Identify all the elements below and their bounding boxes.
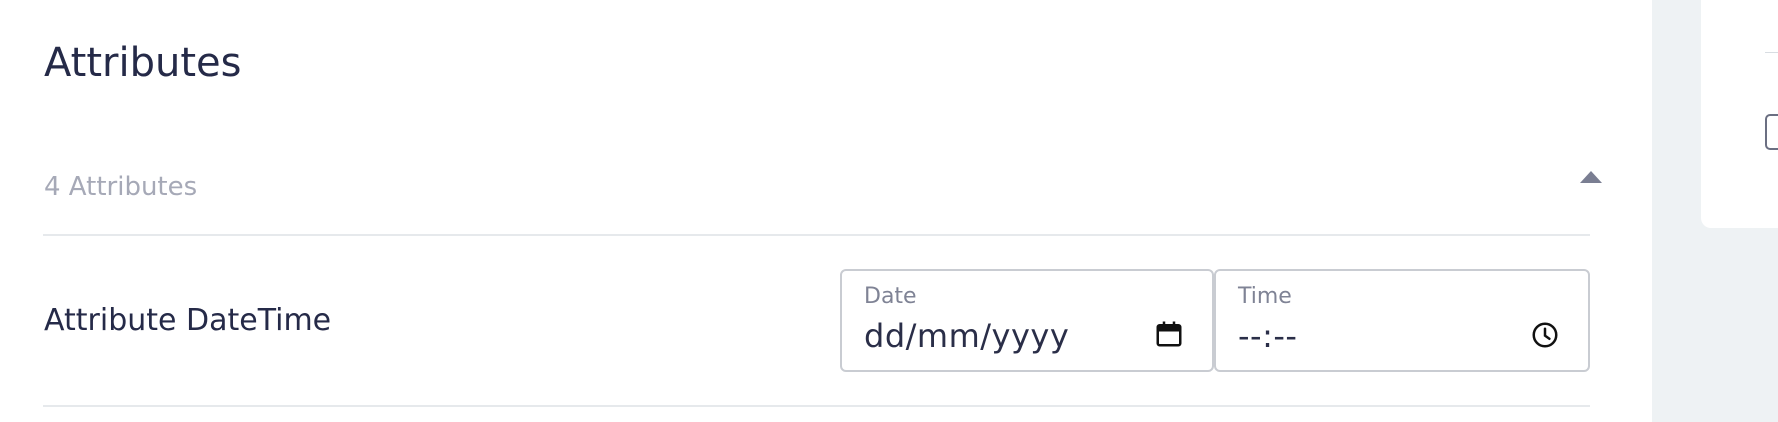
page-title: Attributes bbox=[44, 40, 242, 86]
date-input[interactable]: dd/mm/yyyy bbox=[864, 316, 1069, 356]
chevron-up-icon[interactable] bbox=[1580, 171, 1602, 183]
main-content: Attributes 4 Attributes Attribute DateTi… bbox=[0, 0, 1652, 422]
time-field[interactable]: Time --:-- bbox=[1214, 269, 1590, 372]
attributes-count-label: 4 Attributes bbox=[44, 172, 198, 202]
date-field[interactable]: Date dd/mm/yyyy bbox=[840, 269, 1214, 372]
time-field-caption: Time bbox=[1238, 284, 1292, 309]
calendar-icon[interactable] bbox=[1154, 319, 1184, 349]
attribute-label: Attribute DateTime bbox=[44, 303, 332, 338]
time-input[interactable]: --:-- bbox=[1238, 316, 1297, 356]
attribute-row-datetime: Attribute DateTime Date dd/mm/yyyy Time … bbox=[43, 236, 1590, 407]
side-checkbox[interactable] bbox=[1765, 114, 1778, 150]
side-card-divider bbox=[1765, 52, 1778, 53]
page: Attributes 4 Attributes Attribute DateTi… bbox=[0, 0, 1778, 422]
clock-icon[interactable] bbox=[1530, 320, 1560, 350]
attributes-accordion-header[interactable]: 4 Attributes bbox=[43, 140, 1602, 236]
date-field-caption: Date bbox=[864, 284, 917, 309]
